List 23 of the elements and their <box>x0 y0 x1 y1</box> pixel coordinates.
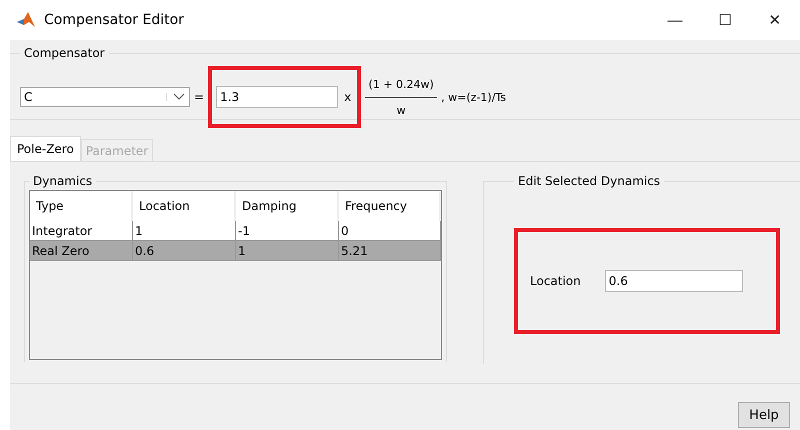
denominator: w <box>396 104 406 116</box>
window-title: Compensator Editor <box>44 12 184 28</box>
equals-sign: = <box>194 90 204 104</box>
multiply-sign: x <box>344 90 352 104</box>
gain-field[interactable]: 1.3 <box>216 86 338 108</box>
app-logo-icon <box>16 10 36 30</box>
chevron-icon <box>166 93 185 101</box>
group-label: Dynamics <box>32 174 94 188</box>
group-label: Edit Selected Dynamics <box>517 174 662 188</box>
table-cell: 1 <box>236 241 339 261</box>
table-cell: 0.6 <box>133 241 236 261</box>
table-cell: 5.21 <box>339 241 441 261</box>
variable-note: , w=(z-1)/Ts <box>441 90 506 104</box>
table-row[interactable]: Integrator 1 -1 0 <box>30 221 441 241</box>
tab[interactable]: Pole-Zero <box>10 136 81 161</box>
table-cell: Real Zero <box>30 241 133 261</box>
numerator: (1 + 0.24w) <box>368 78 434 90</box>
field-label: Location <box>530 274 581 288</box>
group-label: Compensator <box>23 46 106 60</box>
location-field[interactable]: 0.6 <box>604 270 743 292</box>
table-row[interactable]: Real Zero 0.6 1 5.21 <box>30 241 441 261</box>
help-button[interactable]: Help <box>738 402 790 428</box>
compensator-dropdown[interactable]: C <box>20 87 190 107</box>
